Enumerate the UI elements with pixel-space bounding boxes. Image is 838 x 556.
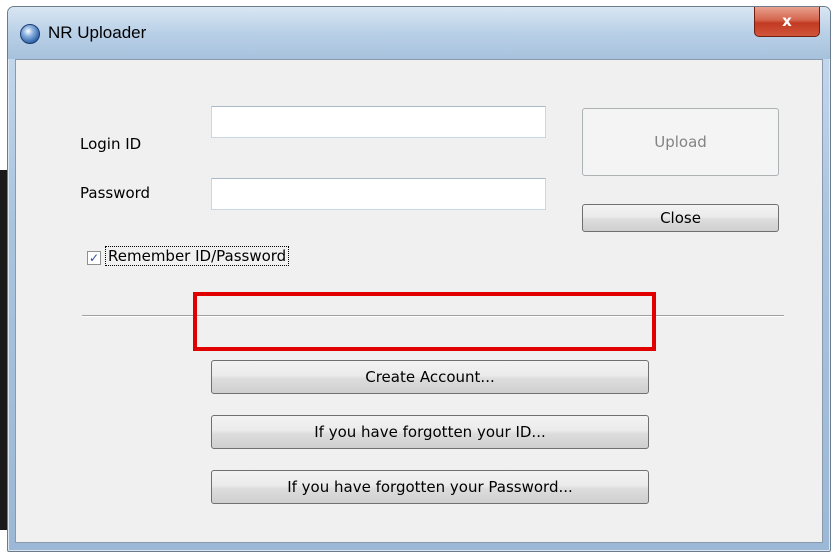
uploader-window: NR Uploader x Login ID Password ✓ Rememb…: [7, 6, 831, 552]
app-globe-icon: [20, 24, 40, 44]
create-account-highlight-box: [193, 292, 656, 351]
login-id-input[interactable]: [211, 106, 546, 138]
forgot-password-button[interactable]: If you have forgotten your Password...: [211, 470, 649, 504]
title-bar[interactable]: NR Uploader x: [8, 7, 830, 59]
window-close-button[interactable]: x: [754, 7, 820, 37]
password-label: Password: [80, 184, 151, 202]
remember-label[interactable]: Remember ID/Password: [104, 246, 290, 266]
forgot-id-button[interactable]: If you have forgotten your ID...: [211, 415, 649, 449]
background-edge: [0, 170, 7, 530]
remember-checkbox[interactable]: ✓: [87, 251, 101, 265]
create-account-button[interactable]: Create Account...: [211, 360, 649, 394]
upload-button[interactable]: Upload: [582, 108, 779, 176]
login-id-label: Login ID: [80, 135, 142, 153]
password-input[interactable]: [211, 178, 546, 210]
window-title: NR Uploader: [48, 23, 147, 42]
close-button[interactable]: Close: [582, 204, 779, 232]
